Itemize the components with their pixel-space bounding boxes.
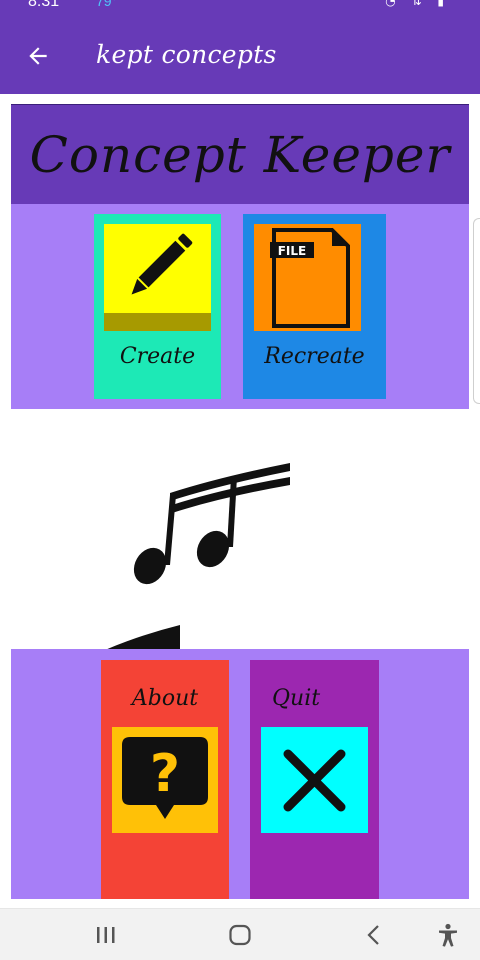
music-notes-decoration (100, 455, 320, 655)
page-title: Concept Keeper (29, 125, 451, 184)
recreate-button[interactable]: FILE Recreate (243, 214, 386, 399)
recents-button[interactable] (86, 919, 126, 951)
accessibility-icon (439, 923, 457, 947)
svg-text:?: ? (150, 744, 180, 804)
back-button[interactable] (18, 36, 58, 76)
header-panel: Concept Keeper (11, 104, 469, 204)
home-icon (229, 924, 251, 946)
create-icon-box (104, 224, 211, 331)
app-bar: kept concepts (0, 14, 480, 94)
status-temperature: 79° (96, 0, 118, 9)
about-icon-box: ? (112, 727, 218, 833)
file-icon: FILE (270, 228, 350, 328)
status-time: 8:31 (28, 0, 60, 10)
create-label: Create (119, 344, 196, 369)
arrow-left-icon (29, 47, 47, 65)
music-notes-icon (105, 463, 290, 650)
back-nav-button[interactable] (354, 919, 394, 951)
recreate-icon-box: FILE (254, 224, 361, 331)
top-panel: Create FILE Recreate (11, 204, 469, 409)
pencil-icon (131, 233, 193, 295)
create-button[interactable]: Create (94, 214, 221, 399)
status-icons: ◔ ⇅ ▮ (385, 0, 450, 8)
back-icon (367, 925, 379, 945)
system-nav-bar (0, 908, 480, 960)
quit-button[interactable]: Quit (250, 660, 379, 899)
about-button[interactable]: About ? (101, 660, 229, 899)
status-bar: 8:31 79° ◔ ⇅ ▮ (0, 0, 480, 14)
home-button[interactable] (220, 919, 260, 951)
quit-icon-box (261, 727, 368, 833)
app-bar-title: kept concepts (96, 40, 277, 69)
recreate-label: Recreate (264, 344, 365, 369)
close-icon (283, 749, 346, 812)
side-panel-handle[interactable] (473, 218, 480, 404)
bottom-panel: About ? Quit (11, 649, 469, 899)
about-label: About (131, 686, 199, 711)
accessibility-button[interactable] (428, 919, 468, 951)
question-icon: ? (122, 737, 208, 819)
file-icon-text: FILE (278, 244, 307, 258)
quit-label: Quit (272, 686, 321, 711)
recents-icon (97, 927, 115, 943)
